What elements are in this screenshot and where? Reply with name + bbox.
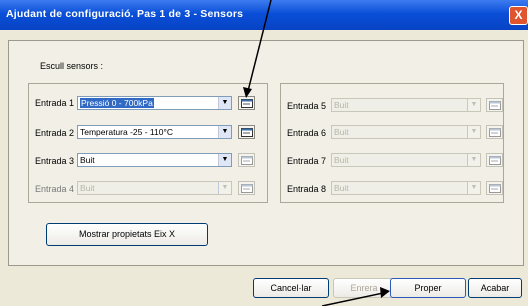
annotation-arrowhead-next [380, 287, 390, 298]
annotation-arrow-next [321, 292, 384, 306]
wizard-window: Ajudant de configuració. Pas 1 de 3 - Se… [0, 0, 528, 306]
annotation-arrow-up [247, 0, 272, 92]
annotation-arrowhead-up [243, 87, 252, 98]
annotation-arrows [243, 0, 390, 306]
